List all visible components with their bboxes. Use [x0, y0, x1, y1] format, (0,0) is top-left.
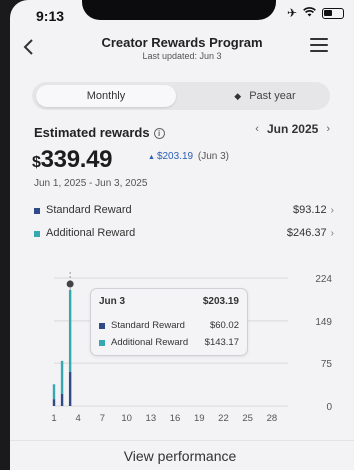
- last-updated: Last updated: Jun 3: [142, 51, 222, 61]
- tab-monthly-label: Monthly: [86, 90, 126, 102]
- status-icons: ✈: [287, 6, 344, 20]
- x-tick-label: 1: [51, 413, 56, 424]
- x-tick-label: 19: [194, 413, 205, 424]
- tooltip-additional-value: $143.17: [204, 337, 239, 348]
- estimated-rewards-label: Estimated rewards: [34, 125, 150, 140]
- tooltip-additional-label: Additional Reward: [111, 337, 189, 348]
- tooltip-total: $203.19: [202, 296, 239, 307]
- menu-button[interactable]: [310, 38, 328, 52]
- y-tick-label: 224: [315, 274, 332, 285]
- standard-swatch: [34, 208, 40, 214]
- additional-bar: [52, 384, 56, 400]
- standard-reward-value: $93.12 ›: [293, 204, 334, 216]
- tooltip-additional-swatch: [99, 340, 105, 346]
- selection-marker: [66, 280, 74, 288]
- x-tick-label: 25: [242, 413, 253, 424]
- airplane-icon: ✈: [286, 6, 297, 20]
- standard-bar: [68, 371, 72, 406]
- tab-past-year[interactable]: ◆ Past year: [202, 85, 328, 107]
- daily-delta: ▲ $203.19 (Jun 3): [148, 151, 229, 162]
- menu-icon-line: [310, 44, 328, 46]
- y-tick-label: 0: [326, 402, 332, 413]
- pin-icon: ◆: [234, 91, 242, 101]
- standard-reward-amount: $93.12: [293, 204, 327, 216]
- additional-reward-label: Additional Reward: [46, 227, 136, 239]
- phone-screen: 9:13 ✈ Creator Rewards Program Last upda…: [10, 0, 354, 470]
- period-tabs: Monthly ◆ Past year: [32, 82, 330, 110]
- chart-tooltip: Jun 3 $203.19 Standard Reward $60.02 Add…: [90, 288, 248, 356]
- page-title: Creator Rewards Program: [101, 35, 263, 50]
- view-performance-button[interactable]: View performance: [80, 444, 280, 468]
- tab-monthly[interactable]: Monthly: [36, 85, 176, 107]
- delta-value: $203.19: [156, 151, 194, 162]
- tooltip-standard-label: Standard Reward: [111, 320, 185, 331]
- menu-icon-line: [310, 50, 328, 52]
- tab-past-year-label: Past year: [249, 90, 296, 102]
- info-icon[interactable]: i: [153, 128, 165, 139]
- next-month-icon[interactable]: ›: [326, 123, 330, 135]
- additional-swatch: [34, 231, 40, 237]
- x-tick-label: 7: [100, 413, 105, 424]
- tooltip-date: Jun 3: [99, 296, 126, 307]
- additional-bar: [60, 360, 64, 394]
- currency-symbol: $: [32, 154, 41, 171]
- estimated-rewards-heading: Estimated rewards i: [34, 125, 165, 140]
- battery-icon: [322, 7, 344, 19]
- wifi-icon: [303, 6, 316, 20]
- chevron-right-icon: ›: [330, 228, 334, 239]
- x-tick-label: 13: [146, 413, 157, 424]
- header: Creator Rewards Program Last updated: Ju…: [10, 28, 354, 68]
- x-tick-label: 10: [121, 413, 132, 424]
- tooltip-standard-value: $60.02: [209, 320, 239, 331]
- additional-reward-row[interactable]: Additional Reward $246.37 ›: [34, 227, 334, 243]
- additional-bar: [68, 289, 72, 372]
- x-tick-label: 22: [218, 413, 229, 424]
- x-tick-label: 28: [267, 413, 278, 424]
- chevron-right-icon: ›: [330, 205, 334, 216]
- status-time: 9:13: [36, 8, 65, 24]
- amount-value: 339.49: [40, 146, 113, 173]
- x-tick-label: 16: [170, 413, 181, 424]
- y-tick-label: 75: [321, 359, 333, 370]
- delta-date: (Jun 3): [197, 151, 229, 162]
- total-amount: $339.49: [32, 146, 113, 174]
- additional-reward-value: $246.37 ›: [287, 227, 334, 239]
- up-arrow-icon: ▲: [148, 154, 155, 161]
- x-tick-label: 4: [76, 413, 81, 424]
- standard-bar: [60, 394, 64, 406]
- tooltip-standard-swatch: [99, 323, 105, 329]
- standard-reward-label: Standard Reward: [46, 204, 132, 216]
- menu-icon-line: [310, 38, 328, 40]
- standard-reward-row[interactable]: Standard Reward $93.12 ›: [34, 204, 334, 220]
- y-tick-label: 149: [315, 317, 332, 328]
- selected-month: Jun 2025: [266, 122, 319, 136]
- divider: [10, 440, 354, 441]
- date-range: Jun 1, 2025 - Jun 3, 2025: [34, 178, 148, 189]
- additional-reward-amount: $246.37: [286, 227, 327, 239]
- standard-bar: [52, 399, 56, 406]
- prev-month-icon[interactable]: ‹: [255, 123, 259, 135]
- month-picker: ‹ Jun 2025 ›: [255, 122, 330, 136]
- notch: [82, 0, 276, 20]
